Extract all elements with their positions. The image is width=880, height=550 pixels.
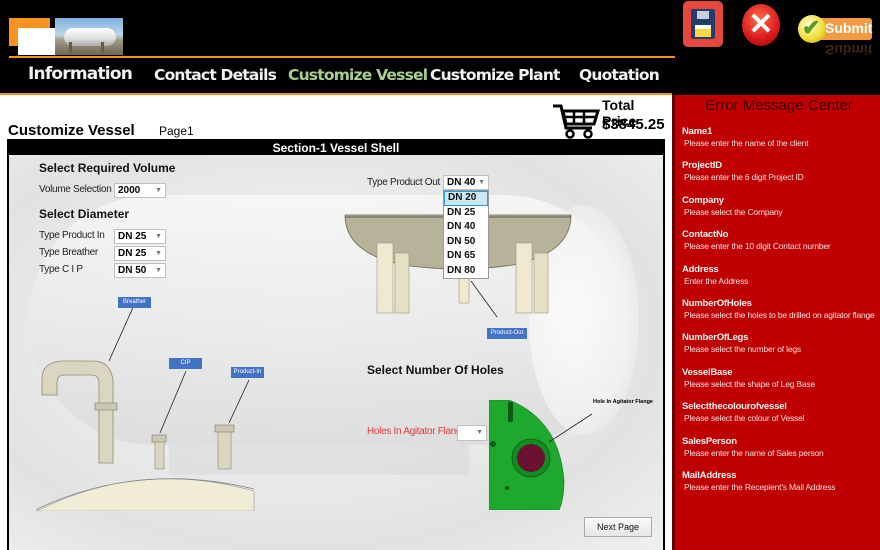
error-message: Please select the Company: [684, 206, 783, 217]
section-header: Section-1 Vessel Shell: [9, 141, 663, 155]
error-field-name: ContactNo: [682, 229, 729, 241]
product-out-dropdown-list: DN 20 DN 25 DN 40 DN 50 DN 65 DN 80: [443, 190, 489, 279]
section-body: Select Required Volume Volume Selection …: [9, 155, 663, 550]
error-item: NumberOfLegs Please select the number of …: [682, 332, 801, 354]
logo-white-block: [18, 28, 55, 55]
cip-label: Type C I P: [39, 264, 83, 275]
total-price-value: $3845.25: [602, 116, 665, 133]
dropdown-option[interactable]: DN 65: [444, 249, 488, 264]
volume-label: Volume Selection: [39, 184, 112, 195]
error-field-name: ProjectID: [682, 160, 722, 172]
floppy-disk-icon: [691, 9, 715, 39]
error-message: Please enter the name of Sales person: [684, 447, 824, 458]
chevron-down-icon: ▼: [478, 179, 485, 186]
error-item: Name1 Please enter the name of the client: [682, 126, 809, 148]
error-message: Please select the holes to be drilled on…: [684, 310, 875, 320]
error-message: Please enter the 6 digit Project ID: [684, 172, 804, 183]
diameter-heading: Select Diameter: [39, 207, 130, 221]
error-field-name: Address: [682, 263, 719, 275]
error-field-name: NumberOfLegs: [682, 332, 749, 344]
dropdown-option[interactable]: DN 80: [444, 264, 488, 279]
error-message: Please enter the name of the client: [684, 138, 809, 148]
dropdown-option[interactable]: DN 20: [444, 191, 488, 206]
error-message-center: Error Message Center Name1 Please enter t…: [672, 95, 880, 550]
shopping-cart-icon: [553, 104, 600, 139]
error-item: VesselBase Please select the shape of Leg…: [682, 367, 815, 389]
error-center-title: Error Message Center: [705, 97, 853, 114]
page-number: Page1: [159, 124, 194, 138]
error-item: NumberOfHoles Please select the holes to …: [682, 298, 875, 320]
agitator-flange-illustration: [489, 400, 593, 510]
vessel-photo-logo: [55, 18, 123, 55]
checkmark-icon: ✔: [798, 15, 826, 43]
error-item: Address Enter the Address: [682, 264, 748, 286]
error-item: ProjectID Please enter the 6 digit Projec…: [682, 160, 804, 182]
error-field-name: Name1: [682, 126, 713, 137]
close-button[interactable]: ✕: [742, 4, 780, 46]
main-content: Customize Vessel Page1 Total Price $3845…: [0, 95, 672, 550]
cip-select[interactable]: DN 50 ▼: [114, 263, 166, 278]
error-item: Selectthecolourofvessel Please select the…: [682, 401, 805, 424]
error-item: SalesPerson Please enter the name of Sale…: [682, 436, 824, 458]
cip-callout: CIP: [169, 358, 202, 369]
app-header: Information Contact Details Customize Ve…: [0, 0, 880, 95]
error-field-name: SalesPerson: [682, 435, 737, 447]
volume-select[interactable]: 2000 ▼: [114, 183, 166, 198]
dropdown-option[interactable]: DN 40: [444, 220, 488, 235]
chevron-down-icon: ▼: [155, 267, 162, 274]
error-message: Please enter the Recepient's Mail Addres…: [684, 482, 836, 492]
page-title: Customize Vessel: [8, 122, 135, 139]
dropdown-option[interactable]: DN 25: [444, 206, 488, 221]
error-message: Enter the Address: [684, 275, 749, 286]
breather-callout: Breather: [118, 297, 151, 308]
error-field-name: NumberOfHoles: [682, 298, 752, 309]
holes-heading: Select Number Of Holes: [367, 363, 504, 377]
product-out-callout: Product-Out: [487, 328, 527, 339]
save-button[interactable]: [683, 1, 723, 47]
holes-label: Holes In Agitator Flange: [367, 426, 467, 437]
error-item: Company Please select the Company: [682, 194, 783, 217]
error-message: Please select the shape of Leg Base: [684, 378, 815, 389]
error-field-name: VesselBase: [682, 366, 733, 378]
error-message: Please select the colour of Vessel: [684, 413, 805, 424]
chevron-down-icon: ▼: [155, 233, 162, 240]
chevron-down-icon: ▼: [155, 250, 162, 257]
volume-heading: Select Required Volume: [39, 161, 176, 175]
next-page-button[interactable]: Next Page: [584, 517, 652, 537]
product-out-label: Type Product Out: [367, 177, 441, 188]
breather-select[interactable]: DN 25 ▼: [114, 246, 166, 261]
product-in-callout: Product-In: [231, 367, 264, 378]
nav-quotation[interactable]: Quotation: [579, 66, 660, 84]
submit-label: Submit: [825, 20, 873, 36]
error-field-name: Company: [682, 194, 724, 206]
error-message: Please select the number of legs: [684, 344, 801, 355]
nav-customize-plant[interactable]: Customize Plant: [430, 66, 560, 84]
nozzle-illustration: [36, 302, 255, 511]
product-in-label: Type Product In: [39, 230, 105, 241]
error-item: ContactNo Please enter the 10 digit Conta…: [682, 229, 831, 251]
holes-select[interactable]: ▼: [457, 425, 487, 441]
chevron-down-icon: ▼: [155, 187, 162, 194]
submit-button[interactable]: Submit ✔: [798, 15, 874, 43]
breather-label: Type Breather: [39, 247, 98, 258]
product-out-select[interactable]: DN 40 ▼: [443, 175, 489, 190]
nav-information[interactable]: Information: [28, 64, 133, 84]
nav-contact-details[interactable]: Contact Details: [154, 66, 277, 84]
submit-reflection: Submit: [825, 44, 872, 58]
main-nav: Information Contact Details Customize Ve…: [0, 58, 675, 92]
close-icon: ✕: [748, 8, 774, 41]
error-field-name: MailAddress: [682, 470, 737, 481]
error-field-name: Selectthecolourofvessel: [682, 401, 787, 413]
error-item: MailAddress Please enter the Recepient's …: [682, 470, 835, 492]
product-in-select[interactable]: DN 25 ▼: [114, 229, 166, 244]
vessel-shell-section: Section-1 Vessel Shell Select Required V…: [7, 139, 665, 550]
dropdown-option[interactable]: DN 50: [444, 235, 488, 250]
flange-hole-callout: Hole In Agitator Flange: [593, 399, 653, 405]
nav-customize-vessel[interactable]: Customize Vessel: [288, 66, 428, 84]
error-message: Please enter the 10 digit Contact number: [684, 241, 831, 252]
chevron-down-icon: ▼: [476, 429, 483, 436]
